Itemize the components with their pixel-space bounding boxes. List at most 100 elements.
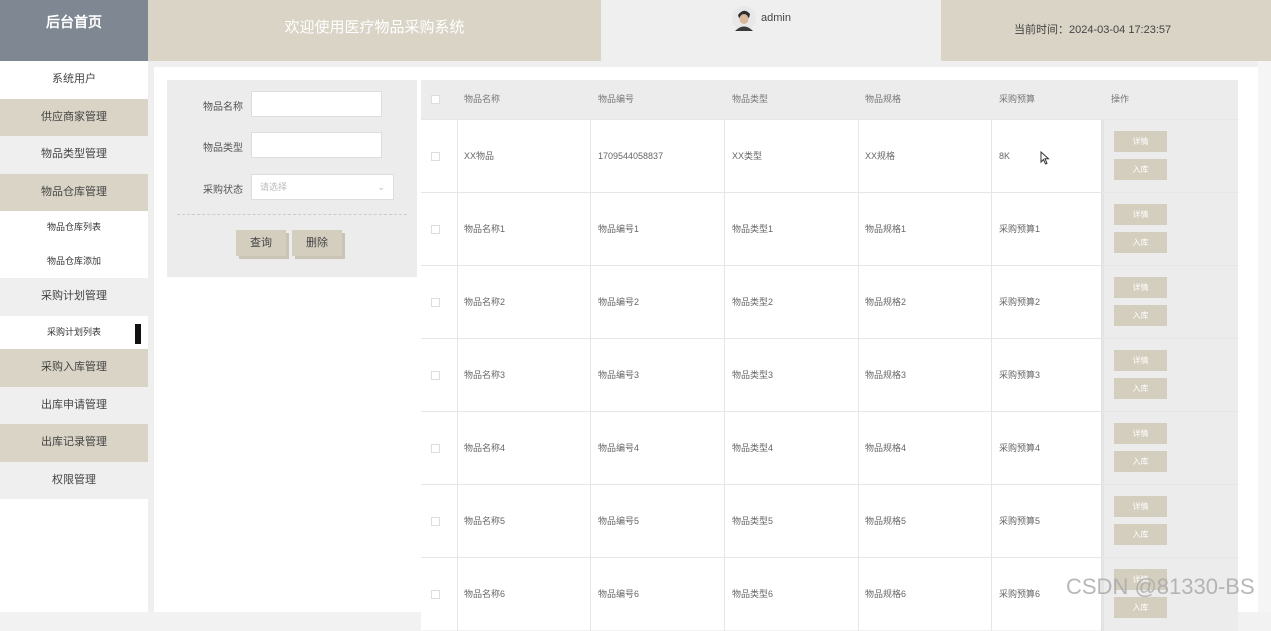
stock-in-button[interactable]: 入库	[1114, 159, 1167, 180]
item-name-input[interactable]	[251, 91, 382, 117]
row-actions: 详情 入库	[1104, 485, 1238, 558]
cell-item-type: XX类型	[732, 151, 763, 161]
column-divider	[724, 339, 725, 412]
column-divider	[724, 412, 725, 485]
cell-item-name: XX物品	[464, 151, 495, 161]
column-divider	[457, 485, 458, 558]
sidebar-item-permissions[interactable]: 权限管理	[0, 461, 148, 499]
scrollbar[interactable]	[1258, 61, 1271, 612]
cell-budget: 采购预算3	[999, 370, 1041, 380]
column-divider	[858, 485, 859, 558]
column-divider	[991, 193, 992, 266]
row-checkbox[interactable]	[431, 444, 440, 453]
stock-in-button[interactable]: 入库	[1114, 524, 1167, 545]
stock-in-button[interactable]: 入库	[1114, 451, 1167, 472]
cell-item-spec: 物品规格4	[865, 443, 907, 453]
detail-button[interactable]: 详情	[1114, 496, 1167, 517]
cell-item-spec: 物品规格1	[865, 224, 907, 234]
item-name-label: 物品名称	[203, 102, 243, 113]
cell-item-code: 物品编号4	[598, 443, 640, 453]
delete-button[interactable]: 删除	[292, 230, 342, 256]
row-actions: 详情 入库	[1104, 120, 1238, 193]
sidebar-item-item-types[interactable]: 物品类型管理	[0, 136, 148, 174]
divider	[177, 214, 407, 215]
row-actions: 详情 入库	[1104, 412, 1238, 485]
cell-item-name: 物品名称3	[464, 370, 506, 380]
stock-in-button[interactable]: 入库	[1114, 305, 1167, 326]
column-divider	[457, 558, 458, 631]
column-divider	[724, 485, 725, 558]
username: admin	[761, 12, 791, 24]
item-type-input[interactable]	[251, 132, 382, 158]
row-checkbox[interactable]	[431, 517, 440, 526]
sidebar-item-outbound-request[interactable]: 出库申请管理	[0, 386, 148, 424]
cell-item-type: 物品类型4	[732, 443, 774, 453]
sidebar-item-outbound-records[interactable]: 出库记录管理	[0, 424, 148, 462]
cell-item-spec: 物品规格2	[865, 297, 907, 307]
top-header: 后台首页 欢迎使用医疗物品采购系统 admin 当前时间：2024-03-04 …	[0, 0, 1271, 61]
detail-button[interactable]: 详情	[1114, 131, 1167, 152]
header-item-spec: 物品规格	[865, 94, 902, 104]
sidebar-subitem-warehouse-add[interactable]: 物品仓库添加	[0, 244, 148, 278]
cell-item-spec: 物品规格3	[865, 370, 907, 380]
detail-button[interactable]: 详情	[1114, 204, 1167, 225]
row-actions: 详情 入库	[1104, 193, 1238, 266]
row-checkbox[interactable]	[431, 225, 440, 234]
row-actions: 详情 入库	[1104, 266, 1238, 339]
current-time-panel: 当前时间：2024-03-04 17:23:57	[941, 0, 1271, 61]
column-divider	[991, 412, 992, 485]
row-checkbox[interactable]	[431, 298, 440, 307]
stock-in-button[interactable]: 入库	[1114, 232, 1167, 253]
table-row: 物品名称4 物品编号4 物品类型4 物品规格4 采购预算4 详情 入库	[421, 411, 1238, 485]
column-divider	[590, 193, 591, 266]
column-divider	[991, 266, 992, 339]
user-area[interactable]: admin	[601, 0, 941, 61]
detail-button[interactable]: 详情	[1114, 277, 1167, 298]
table-body: XX物品 1709544058837 XX类型 XX规格 8K 详情 入库 物品名称1 物品编号…	[421, 119, 1238, 631]
select-all-checkbox[interactable]	[431, 95, 440, 104]
stock-in-button[interactable]: 入库	[1114, 597, 1167, 618]
cell-item-name: 物品名称6	[464, 589, 506, 599]
sidebar-item-purchase-stock-in[interactable]: 采购入库管理	[0, 349, 148, 387]
column-divider	[991, 339, 992, 412]
mouse-cursor-icon	[1040, 151, 1050, 165]
purchase-status-label: 采购状态	[203, 185, 243, 196]
column-divider	[858, 193, 859, 266]
row-actions: 详情 入库	[1104, 339, 1238, 412]
cell-budget: 采购预算2	[999, 297, 1041, 307]
sidebar-subitem-warehouse-list[interactable]: 物品仓库列表	[0, 211, 148, 245]
column-divider	[991, 120, 992, 193]
row-checkbox[interactable]	[431, 590, 440, 599]
avatar[interactable]	[732, 5, 756, 31]
sidebar-item-system-users[interactable]: 系统用户	[0, 61, 148, 99]
sidebar-subitem-purchase-plan-list[interactable]: 采购计划列表	[0, 315, 148, 349]
column-divider	[590, 485, 591, 558]
current-time: 当前时间：2024-03-04 17:23:57	[1014, 24, 1172, 36]
select-placeholder: 请选择	[260, 182, 288, 192]
sidebar-item-purchase-plan[interactable]: 采购计划管理	[0, 278, 148, 316]
cell-item-name: 物品名称2	[464, 297, 506, 307]
column-divider	[457, 193, 458, 266]
column-divider	[590, 266, 591, 339]
header-budget: 采购预算	[999, 94, 1036, 104]
search-panel: 物品名称 物品类型 采购状态 请选择 ⌄ 查询 删除	[167, 80, 417, 277]
purchase-status-select[interactable]: 请选择 ⌄	[251, 174, 394, 200]
column-divider	[991, 485, 992, 558]
item-type-label: 物品类型	[203, 143, 243, 154]
row-checkbox[interactable]	[431, 371, 440, 380]
table-row: 物品名称3 物品编号3 物品类型3 物品规格3 采购预算3 详情 入库	[421, 338, 1238, 412]
cell-item-name: 物品名称4	[464, 443, 506, 453]
sidebar-subitem-label: 采购计划列表	[46, 326, 101, 337]
cell-item-spec: XX规格	[865, 151, 896, 161]
stock-in-button[interactable]: 入库	[1114, 378, 1167, 399]
query-button[interactable]: 查询	[236, 230, 286, 256]
row-checkbox[interactable]	[431, 152, 440, 161]
detail-button[interactable]: 详情	[1114, 423, 1167, 444]
sidebar-item-warehouse[interactable]: 物品仓库管理	[0, 173, 148, 211]
detail-button[interactable]: 详情	[1114, 350, 1167, 371]
column-divider	[724, 193, 725, 266]
cell-budget: 采购预算6	[999, 589, 1041, 599]
sidebar-item-suppliers[interactable]: 供应商家管理	[0, 98, 148, 136]
brand-home-link[interactable]: 后台首页	[0, 0, 148, 61]
cell-item-spec: 物品规格6	[865, 589, 907, 599]
